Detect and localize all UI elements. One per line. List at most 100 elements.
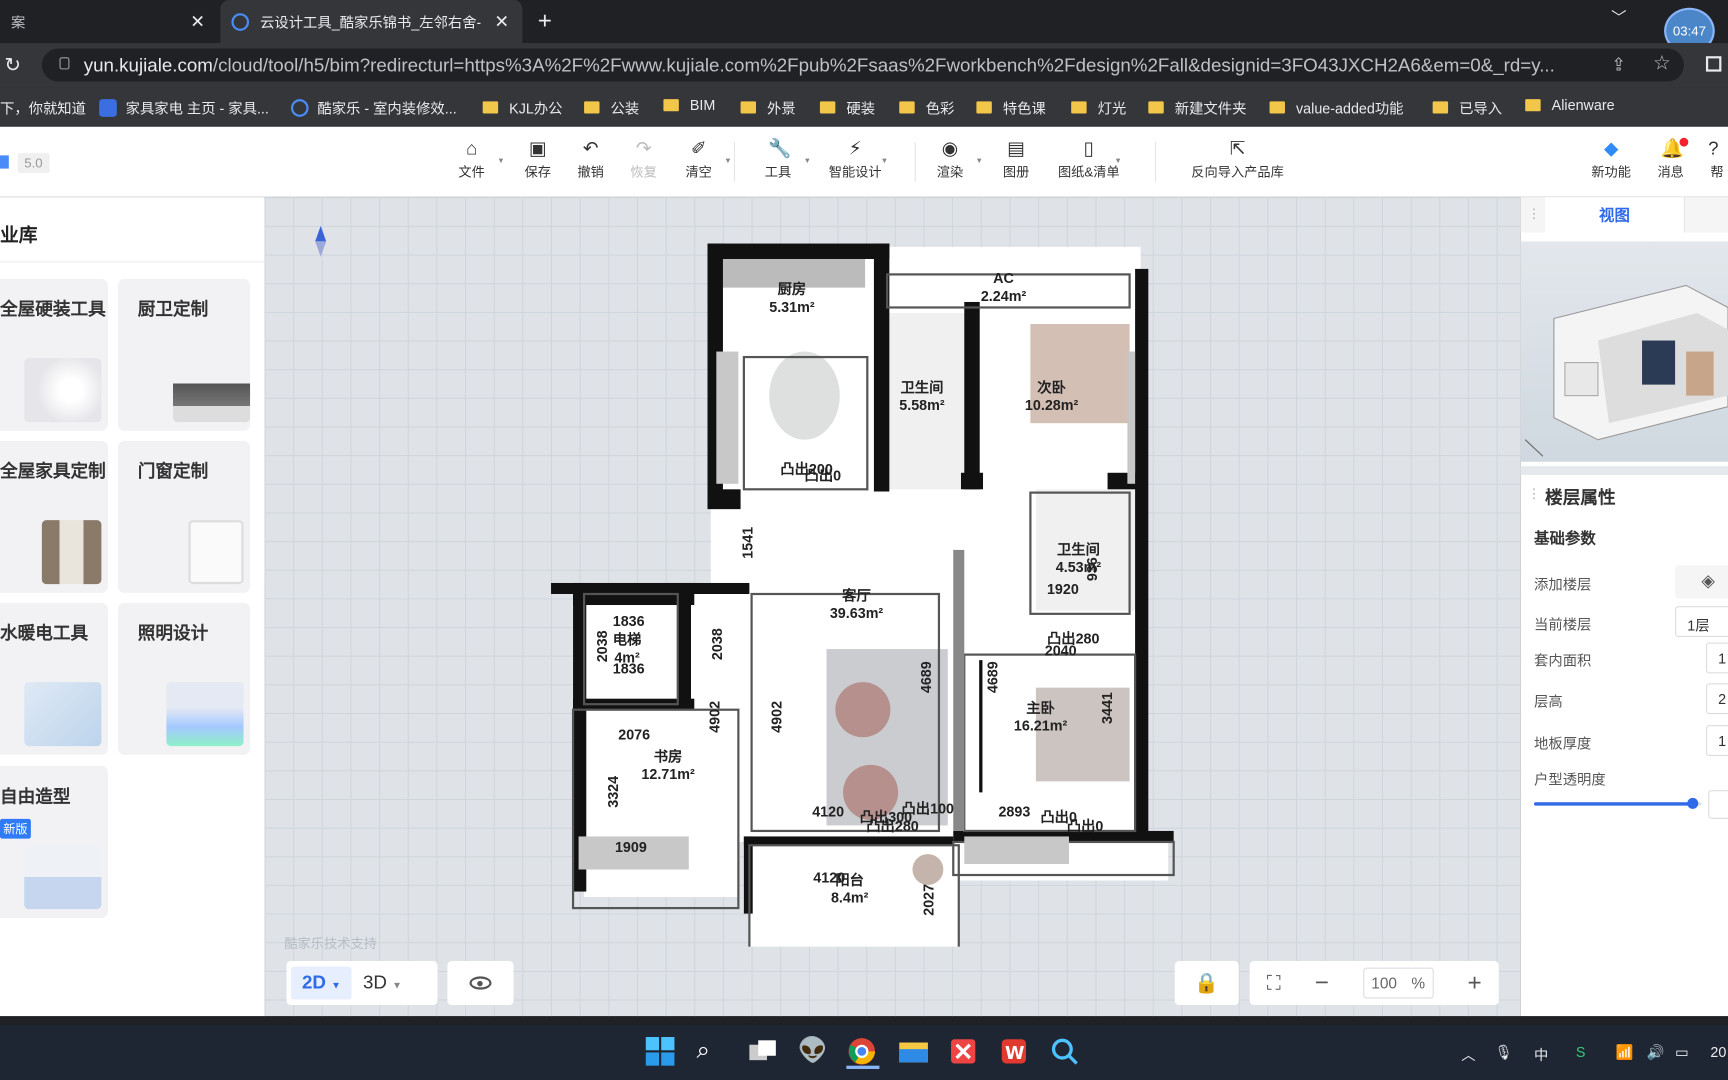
bookmark-item[interactable]: 色彩: [899, 97, 954, 118]
zoom-out-button[interactable]: −: [1315, 969, 1329, 998]
card-whole-house-hardscape[interactable]: 全屋硬装工具: [0, 278, 109, 431]
caret-down-icon[interactable]: ▼: [1114, 158, 1122, 166]
clock[interactable]: 20: [1710, 1044, 1726, 1061]
toolbar-button[interactable]: ▯ 图纸&清单 ▼: [1056, 138, 1122, 181]
room-label-bathroom-1[interactable]: 卫生间 5.58m²: [899, 379, 944, 414]
file-explorer-icon[interactable]: [897, 1036, 930, 1069]
tab-previous[interactable]: 案 ✕: [0, 0, 218, 43]
toolbar-button[interactable]: ▤ 图册: [983, 138, 1049, 181]
tab-other[interactable]: [1683, 197, 1728, 233]
design-canvas[interactable]: 厨房 5.31m² AC 2.24m² 卫生间 5.58m² 次卧 10.28m² 卫生…: [264, 197, 1521, 1017]
caret-down-icon[interactable]: ▼: [975, 158, 983, 166]
tab-active[interactable]: 云设计工具_酷家乐锦书_左邻右舍- ✕: [220, 0, 523, 43]
card-kitchen-bath[interactable]: 厨卫定制: [117, 278, 251, 431]
card-plumbing-electric[interactable]: 水暖电工具: [0, 602, 109, 755]
reload-icon[interactable]: ↻: [4, 54, 21, 77]
add-floor-button[interactable]: ◈: [1675, 565, 1728, 599]
bookmark-item[interactable]: Alienware: [1525, 97, 1615, 114]
card-lighting-design[interactable]: 照明设计: [117, 602, 251, 755]
share-icon[interactable]: ⇪: [1611, 54, 1626, 76]
lock-button[interactable]: 🔒: [1174, 960, 1239, 1006]
close-icon[interactable]: ✕: [494, 10, 509, 32]
bookmark-item[interactable]: 已导入: [1432, 97, 1502, 118]
toolbar-button[interactable]: 🔧 工具 ▼: [745, 138, 811, 181]
chrome-icon[interactable]: [846, 1036, 880, 1069]
caret-down-icon[interactable]: ▼: [803, 158, 811, 166]
room-label-master-bedroom[interactable]: 主卧 16.21m²: [1014, 700, 1067, 735]
room-label-kitchen[interactable]: 厨房 5.31m²: [769, 281, 814, 316]
new-feature-button[interactable]: ◆ 新功能: [1578, 138, 1644, 181]
url-text[interactable]: yun.kujiale.com/cloud/tool/h5/bim?redire…: [84, 55, 1596, 77]
bookmark-star-icon[interactable]: ☆: [1653, 52, 1671, 75]
messages-button[interactable]: 🔔 消息: [1642, 137, 1699, 181]
battery-icon[interactable]: ▭: [1675, 1044, 1689, 1062]
bookmark-item[interactable]: KJL办公: [482, 97, 562, 118]
caret-down-icon[interactable]: ▼: [724, 158, 732, 166]
3d-preview[interactable]: [1520, 241, 1728, 462]
new-tab-button[interactable]: +: [538, 7, 552, 36]
toolbar-button[interactable]: ⌂ 文件 ▼: [439, 138, 505, 181]
sidebar-icon[interactable]: [1705, 56, 1722, 72]
bookmark-item[interactable]: 外景: [740, 97, 796, 118]
transparency-input[interactable]: [1708, 790, 1728, 819]
room-label-living-room[interactable]: 客厅 39.63m²: [830, 587, 883, 622]
toolbar-button[interactable]: ⚡ 智能设计 ▼: [822, 138, 889, 181]
bookmark-item[interactable]: 家具家电 主页 - 家具...: [99, 97, 269, 118]
card-doors-windows[interactable]: 门窗定制: [117, 440, 251, 593]
inner-area-input[interactable]: 1: [1705, 642, 1728, 674]
bookmark-item[interactable]: 特色课: [976, 97, 1046, 118]
wifi-icon[interactable]: 📶: [1616, 1044, 1634, 1062]
app-tray-icon[interactable]: S: [1576, 1044, 1586, 1061]
card-free-modeling[interactable]: 自由造型 新版: [0, 765, 109, 919]
alienware-icon[interactable]: 👽: [798, 1036, 831, 1069]
floor-plan[interactable]: 厨房 5.31m² AC 2.24m² 卫生间 5.58m² 次卧 10.28m² 卫生…: [551, 219, 1179, 947]
task-view-icon[interactable]: [747, 1036, 780, 1069]
toolbar-button[interactable]: ✐ 清空 ▼: [666, 138, 732, 181]
bookmark-item[interactable]: 灯光: [1071, 97, 1126, 118]
bookmark-item[interactable]: 酷家乐 - 室内装修效...: [290, 97, 457, 118]
start-windows-icon[interactable]: [645, 1036, 678, 1069]
fit-view-icon[interactable]: ⛶: [1267, 971, 1281, 994]
current-floor-select[interactable]: 1层: [1675, 606, 1728, 637]
visibility-button[interactable]: [447, 960, 514, 1006]
floor-thickness-input[interactable]: 1: [1705, 725, 1728, 757]
help-button[interactable]: ? 帮: [1697, 138, 1728, 181]
ime-indicator[interactable]: 中: [1534, 1044, 1548, 1065]
divider: [1520, 466, 1728, 475]
zoom-input[interactable]: 100%: [1362, 967, 1434, 999]
help-label: 帮: [1710, 164, 1724, 180]
zoom-in-button[interactable]: +: [1468, 969, 1482, 998]
caret-down-icon[interactable]: ▼: [881, 158, 889, 166]
volume-icon[interactable]: 🔊: [1646, 1044, 1664, 1062]
bookmark-item[interactable]: 公装: [584, 97, 639, 118]
toolbar-button[interactable]: ◉ 渲染 ▼: [917, 138, 983, 181]
app-red-icon[interactable]: [948, 1036, 981, 1069]
card-whole-house-furniture[interactable]: 全屋家具定制: [0, 440, 109, 593]
bookmark-item[interactable]: 新建文件夹: [1148, 97, 1246, 118]
room-label-second-bedroom[interactable]: 次卧 10.28m²: [1025, 379, 1078, 414]
view-2d-button[interactable]: 2D ▼: [290, 966, 352, 1000]
chevron-up-icon[interactable]: ︿: [1461, 1044, 1475, 1065]
tab-view[interactable]: 视图: [1545, 197, 1684, 233]
room-label-ac[interactable]: AC 2.24m²: [981, 270, 1026, 305]
dimension-label: 3441: [1098, 692, 1116, 724]
wps-icon[interactable]: W: [998, 1036, 1031, 1069]
bookmark-item[interactable]: BIM: [663, 97, 715, 114]
toolbar-button[interactable]: ⇱ 反向导入产品库: [1188, 138, 1287, 181]
tab-search-chevron-icon[interactable]: ﹀: [1611, 7, 1626, 29]
close-icon[interactable]: ✕: [190, 10, 205, 32]
divider: [1154, 142, 1157, 182]
search-icon[interactable]: ⌕: [696, 1036, 729, 1069]
address-bar[interactable]: yun.kujiale.com/cloud/tool/h5/bim?redire…: [41, 48, 1684, 82]
bookmark-item[interactable]: 硬装: [819, 97, 875, 118]
bookmark-item[interactable]: value-added功能: [1269, 97, 1404, 118]
view-3d-button[interactable]: 3D ▼: [352, 966, 413, 999]
caret-down-icon[interactable]: ▼: [497, 158, 505, 166]
floor-height-input[interactable]: 2: [1705, 683, 1728, 715]
view-mode-switcher: 2D ▼ 3D ▼: [286, 960, 438, 1006]
search-app-icon[interactable]: [1049, 1036, 1082, 1069]
room-label-study[interactable]: 书房 12.71m²: [641, 748, 694, 783]
microphone-icon[interactable]: 🎙: [1494, 1044, 1512, 1062]
bookmark-item[interactable]: 下，你就知道: [0, 97, 86, 118]
transparency-slider-handle[interactable]: [1687, 797, 1699, 809]
